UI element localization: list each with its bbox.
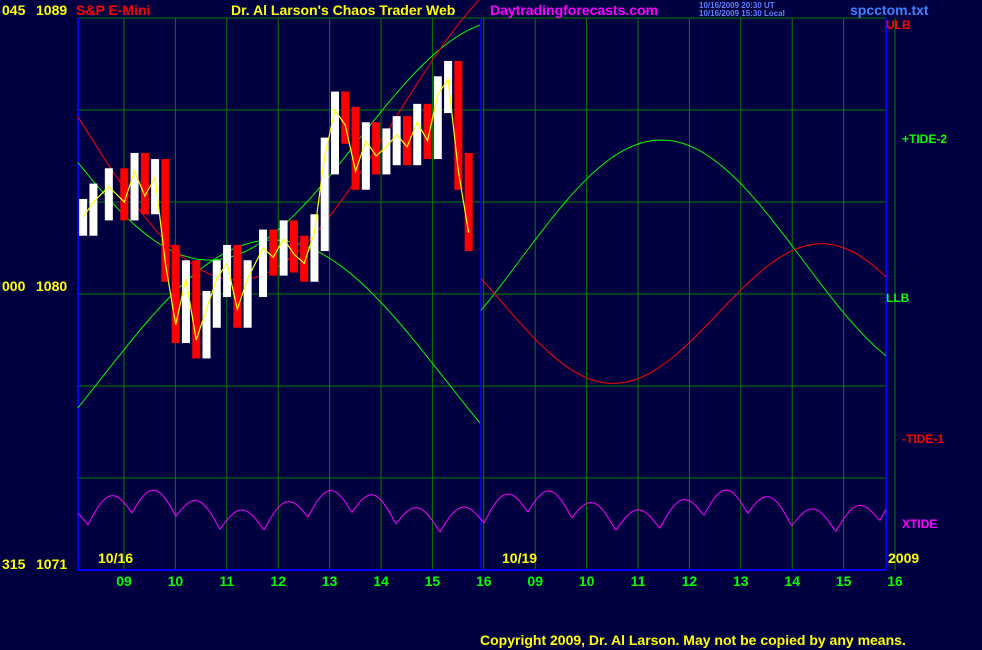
x-tick-label: 13: [322, 573, 338, 589]
x-tick-label: 11: [219, 573, 234, 589]
x-tick-label: 12: [270, 573, 286, 589]
date-label-left: 10/16: [98, 550, 134, 566]
file-name: spcctom.txt: [850, 2, 929, 18]
price-bar: [423, 103, 432, 160]
price-bar: [233, 244, 242, 328]
tide-plus-2-line-future: [480, 139, 887, 357]
x-tick-label: 16: [476, 573, 492, 589]
x-tick-label: 15: [836, 573, 852, 589]
price-bar: [212, 260, 221, 328]
grid-lines: [77, 17, 896, 571]
price-bar: [279, 220, 288, 276]
label-ulb: ULB: [886, 18, 911, 32]
xtide-line: [77, 489, 887, 533]
price-bar: [351, 106, 360, 190]
price-bar: [89, 183, 98, 236]
price-bar: [243, 260, 252, 328]
index-label-bottom: 315: [2, 556, 26, 572]
copyright-notice: Copyright 2009, Dr. Al Larson. May not b…: [480, 632, 906, 648]
price-bar: [130, 152, 139, 221]
tide-minus-1-line: [480, 243, 887, 384]
x-tick-label: 14: [373, 573, 389, 589]
price-bar: [140, 152, 149, 215]
x-tick-label: 10: [579, 573, 595, 589]
price-bar: [223, 244, 232, 298]
label-llb: LLB: [886, 291, 910, 305]
year-label: 2009: [888, 550, 920, 566]
price-bar: [413, 103, 422, 166]
price-bar: [372, 122, 381, 175]
price-bar: [361, 122, 370, 190]
x-tick-label: 11: [631, 573, 646, 589]
price-bar: [310, 214, 319, 282]
instrument-label: S&P E-Mini: [76, 2, 151, 18]
label-xtide: XTIDE: [902, 517, 938, 531]
tide-series: [77, 0, 887, 424]
price-label-mid: 1080: [36, 278, 68, 294]
timestamp-local: 10/16/2009 15:30 Local: [699, 9, 785, 18]
price-label-bottom: 1071: [36, 556, 68, 572]
price-bar: [464, 152, 473, 252]
x-tick-label: 15: [425, 573, 441, 589]
price-label-top: 1089: [36, 2, 68, 18]
x-tick-label: 10: [168, 573, 184, 589]
llb-line: [77, 239, 481, 424]
date-label-center: 10/19: [502, 550, 538, 566]
price-bar: [192, 260, 201, 359]
x-tick-label: 13: [733, 573, 749, 589]
site-name: Daytradingforecasts.com: [490, 2, 659, 18]
price-bar: [331, 91, 339, 175]
x-tick-label: 16: [887, 573, 903, 589]
price-bar: [79, 198, 88, 236]
price-bar: [433, 76, 442, 160]
chart-title: Dr. Al Larson's Chaos Trader Web: [231, 2, 456, 18]
price-bars: [79, 60, 473, 359]
x-tick-labels: 09 10 11 12 13 14 15 16 09 10 11 12 13 14 15 16: [116, 573, 903, 589]
xtide-series: [77, 489, 887, 533]
price-bar: [151, 159, 160, 215]
label-tide-minus-1: -TIDE-1: [902, 432, 944, 446]
price-bar: [392, 116, 401, 166]
x-tick-label: 09: [527, 573, 543, 589]
x-tick-label: 12: [682, 573, 698, 589]
price-bar: [104, 168, 113, 221]
price-bar: [171, 244, 180, 344]
label-tide-plus-2: +TIDE-2: [902, 132, 948, 146]
x-tick-label: 14: [784, 573, 800, 589]
price-bar: [181, 260, 190, 344]
price-bar: [300, 235, 309, 282]
price-bar: [382, 128, 391, 175]
index-label-top: 045: [2, 2, 26, 18]
x-tick-label: 09: [116, 573, 132, 589]
price-bar: [289, 220, 298, 273]
chart-canvas: 09 10 11 12 13 14 15 16 09 10 11 12 13 14 15 16: [77, 0, 903, 589]
index-label-mid: 000: [2, 278, 26, 294]
price-bar: [259, 229, 268, 298]
